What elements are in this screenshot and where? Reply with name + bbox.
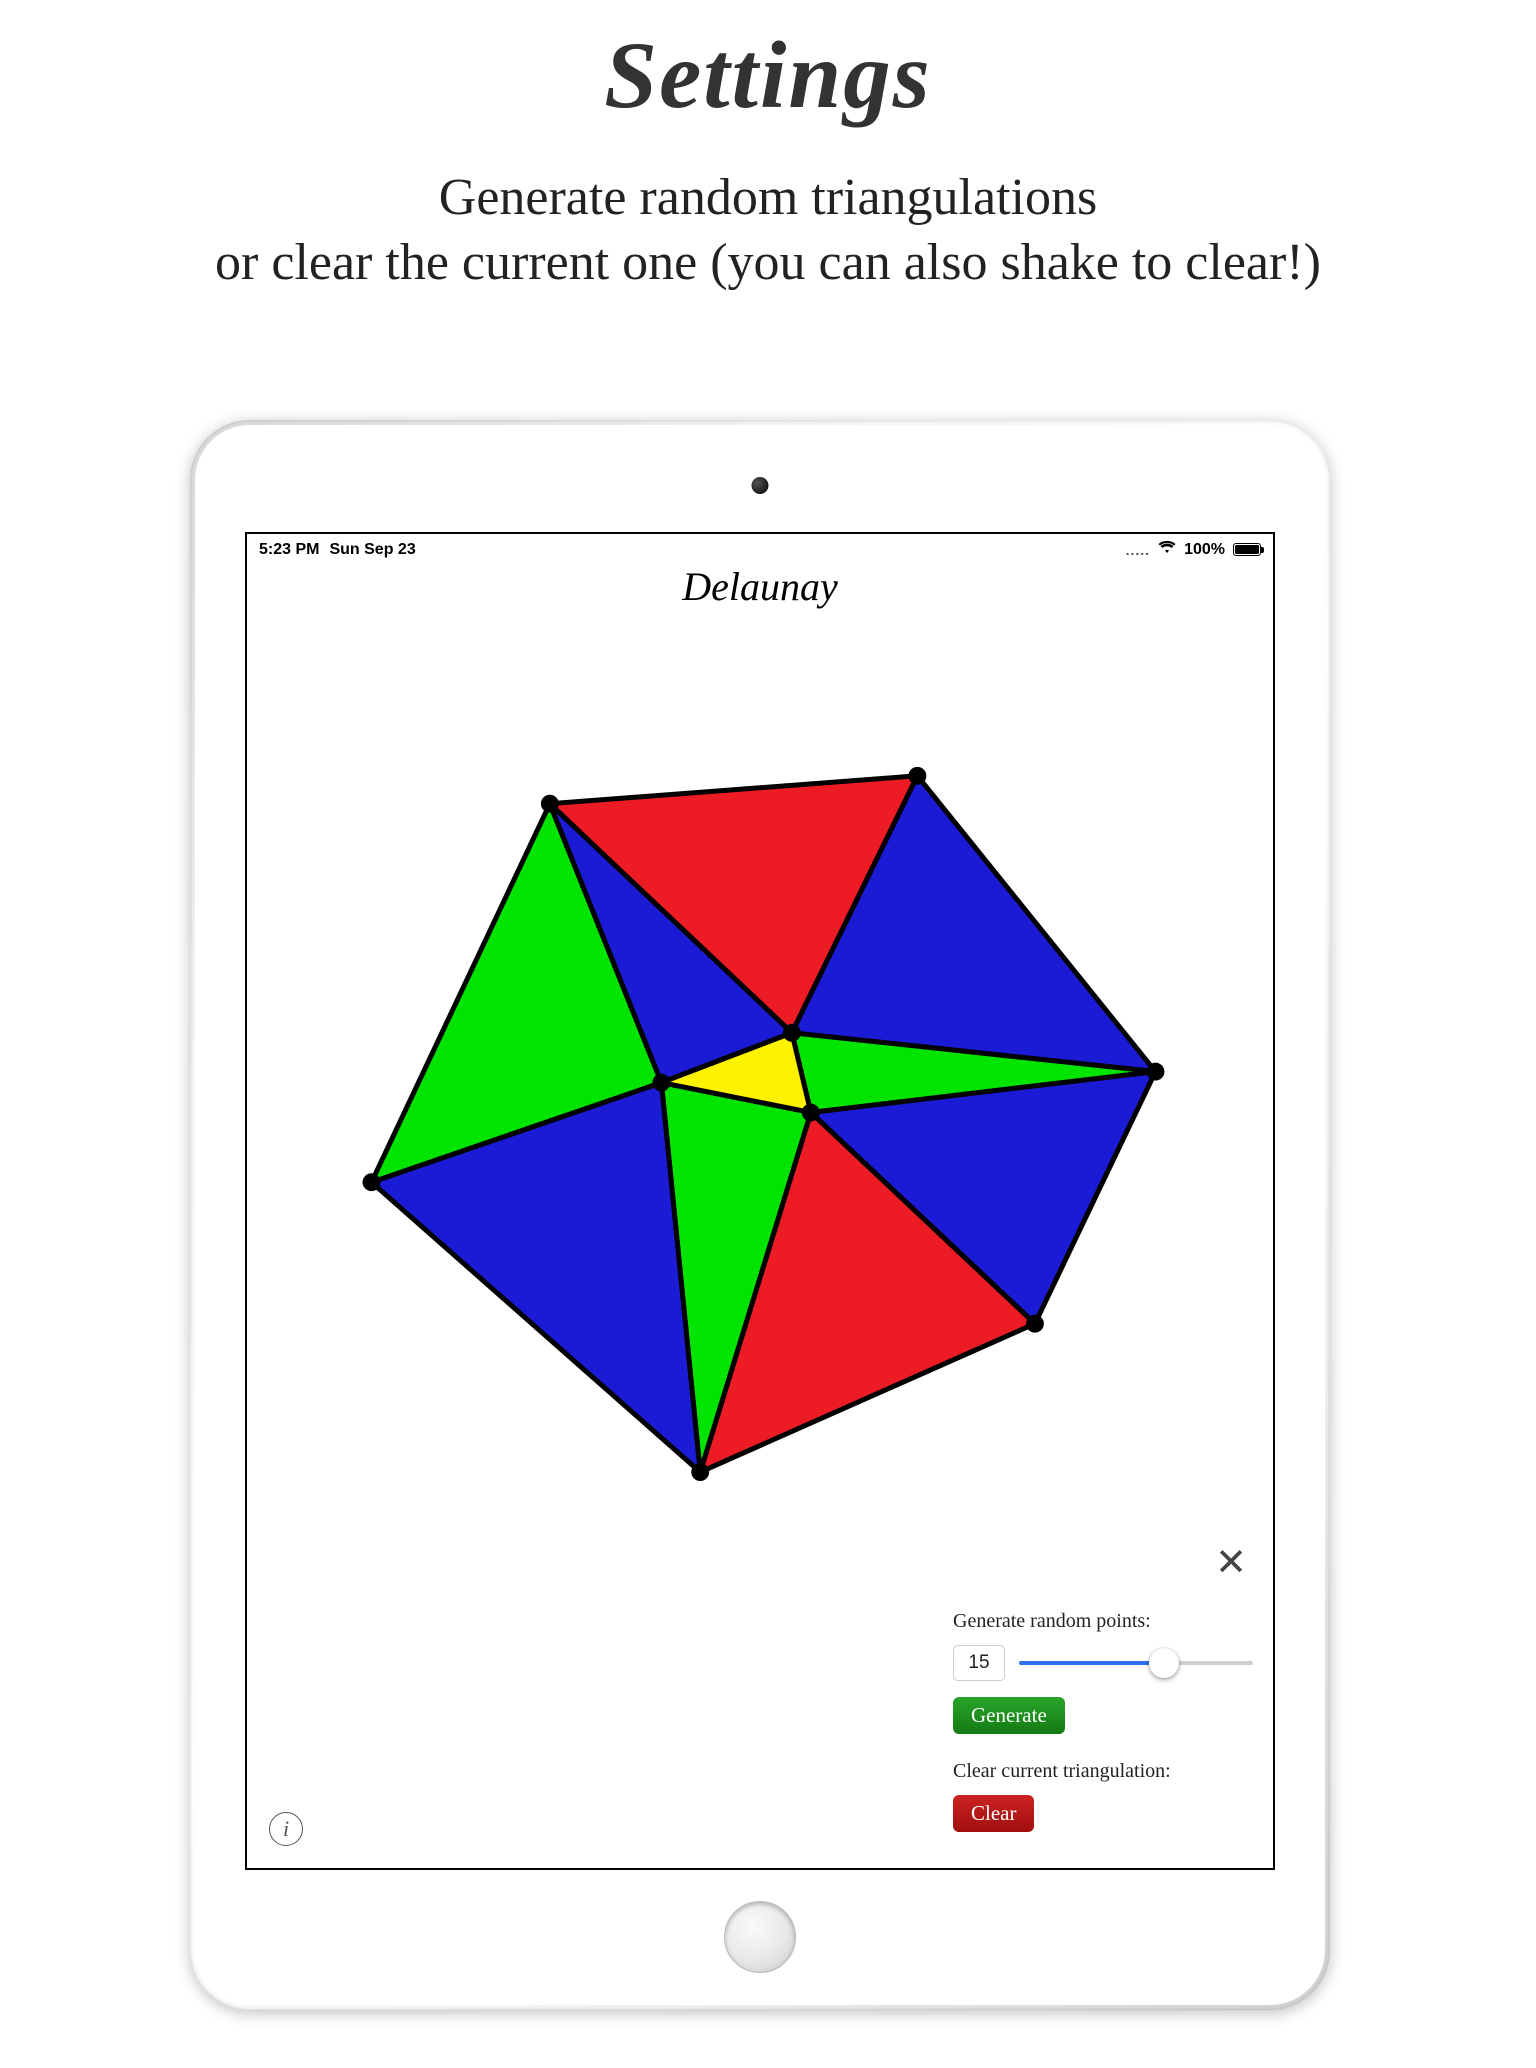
app-screen: 5:23 PM Sun Sep 23 ..... 100% Delaunay i [245,532,1275,1870]
ipad-device-frame: 5:23 PM Sun Sep 23 ..... 100% Delaunay i [190,420,1330,2010]
info-button[interactable]: i [269,1812,303,1846]
vertex-point[interactable] [783,1024,801,1042]
page-title: Settings [0,20,1536,130]
vertex-point[interactable] [1146,1063,1164,1081]
battery-icon [1233,543,1261,556]
vertex-point[interactable] [363,1173,381,1191]
battery-percentage: 100% [1184,541,1225,559]
vertex-point[interactable] [691,1463,709,1481]
slider-thumb[interactable] [1149,1648,1179,1678]
subtitle-line-1: Generate random triangulations [0,165,1536,230]
points-count-input[interactable]: 15 [953,1645,1005,1681]
status-bar: 5:23 PM Sun Sep 23 ..... 100% [247,534,1273,561]
camera-icon [752,477,769,494]
vertex-point[interactable] [802,1104,820,1122]
status-date: Sun Sep 23 [329,541,415,559]
ipad-bezel: 5:23 PM Sun Sep 23 ..... 100% Delaunay i [195,425,1325,2005]
clear-button[interactable]: Clear [953,1795,1034,1832]
generate-button[interactable]: Generate [953,1697,1065,1734]
generate-points-label: Generate random points: [953,1610,1253,1633]
subtitle-line-2: or clear the current one (you can also s… [0,230,1536,295]
vertex-point[interactable] [652,1074,670,1092]
vertex-point[interactable] [908,767,926,785]
close-icon[interactable]: ✕ [1215,1544,1247,1582]
wifi-icon [1158,540,1176,559]
app-title: Delaunay [247,563,1273,610]
vertex-point[interactable] [541,795,559,813]
page-subtitle: Generate random triangulations or clear … [0,165,1536,295]
home-button[interactable] [724,1901,796,1973]
cell-signal-icon: ..... [1126,542,1150,558]
info-icon: i [283,1816,289,1842]
triangulation-canvas[interactable]: i ✕ Generate random points: 15 Generate … [247,604,1273,1868]
vertex-point[interactable] [1026,1315,1044,1333]
clear-label: Clear current triangulation: [953,1760,1253,1783]
settings-panel: ✕ Generate random points: 15 Generate Cl… [953,1600,1253,1848]
points-slider[interactable] [1019,1661,1253,1665]
status-time: 5:23 PM [259,541,319,559]
